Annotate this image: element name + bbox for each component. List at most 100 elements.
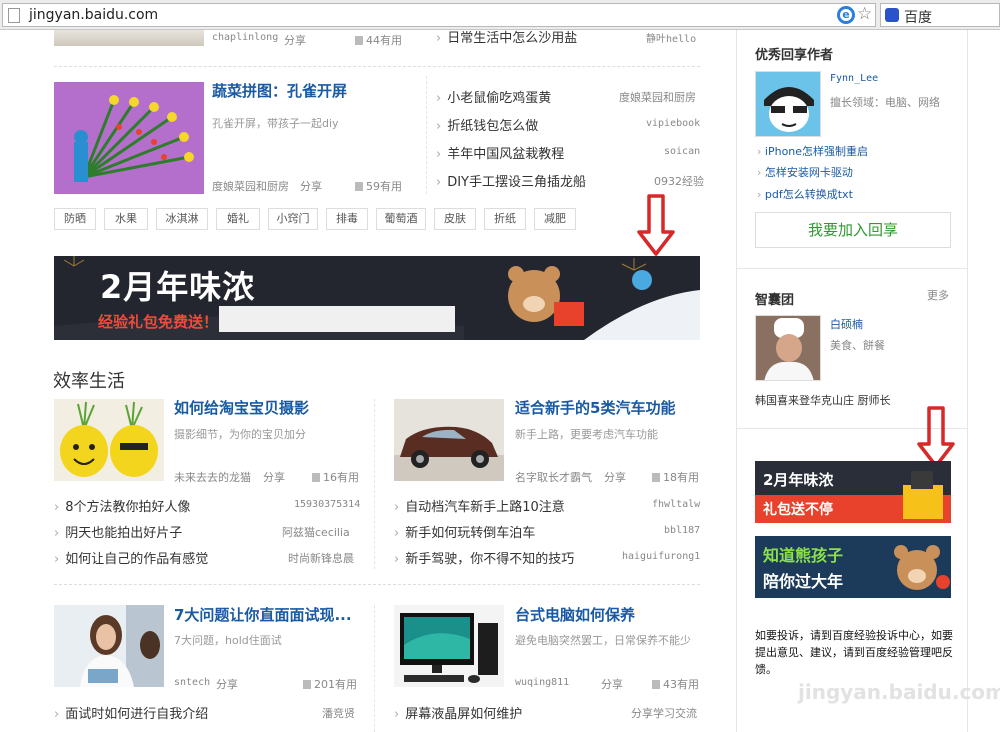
- list-item[interactable]: › 屏幕液晶屏如何维护: [394, 703, 522, 722]
- ad-line-1: 知道熊孩子: [763, 546, 844, 565]
- expert-tags: 美食、餅餐: [830, 339, 885, 352]
- share-link[interactable]: 分享: [601, 676, 623, 692]
- divider: [54, 584, 700, 585]
- author-field: 擅长领域：电脑、网络: [830, 96, 940, 109]
- thumbnail-partial[interactable]: [54, 30, 204, 46]
- join-button[interactable]: 我要加入回享: [755, 212, 951, 248]
- list-item[interactable]: › 羊年中国风盆栽教程: [436, 143, 564, 162]
- list-item[interactable]: › 新手驾驶，你不得不知的技巧: [394, 548, 574, 567]
- card-thumbnail[interactable]: [54, 605, 164, 687]
- list-item-author[interactable]: 度娘菜园和厨房: [619, 89, 696, 105]
- list-item[interactable]: › DIY手工摆设三角插龙船: [436, 171, 586, 190]
- tag[interactable]: 折纸: [484, 208, 526, 230]
- address-bar[interactable]: jingyan.baidu.com e ☆: [2, 3, 876, 27]
- tag[interactable]: 葡萄酒: [376, 208, 426, 230]
- card-title[interactable]: 如何给淘宝宝贝摄影: [174, 397, 309, 418]
- list-item-author[interactable]: 阿兹猫cecilia: [282, 524, 350, 540]
- list-item-author[interactable]: bbl187: [664, 525, 700, 536]
- tag[interactable]: 皮肤: [434, 208, 476, 230]
- share-link[interactable]: 分享: [216, 676, 238, 692]
- card-author[interactable]: sntech: [174, 677, 210, 688]
- gift-bag-art: [903, 471, 943, 519]
- peacock-thumbnail[interactable]: [54, 82, 204, 194]
- card-title[interactable]: 台式电脑如何保养: [515, 604, 635, 625]
- ad-line-2: 陪你过大年: [763, 572, 844, 591]
- list-item[interactable]: › 阴天也能拍出好片子: [54, 522, 182, 541]
- sidebar-ad-new-year[interactable]: 2月年味浓 礼包送不停: [755, 461, 951, 523]
- list-item[interactable]: › 自动档汽车新手上路10注意: [394, 496, 565, 515]
- author-link[interactable]: › iPhone怎样强制重启: [757, 143, 868, 159]
- tag[interactable]: 排毒: [326, 208, 368, 230]
- card-thumbnail[interactable]: [394, 399, 504, 481]
- share-link[interactable]: 分享: [300, 178, 322, 194]
- lemon-art: [54, 399, 164, 481]
- tag[interactable]: 小窍门: [268, 208, 318, 230]
- url-text[interactable]: jingyan.baidu.com: [29, 7, 158, 23]
- like-count: 201有用: [303, 676, 357, 692]
- promo-banner[interactable]: 2月年味浓 经验礼包免费送！: [54, 256, 700, 340]
- sidebar-ad-bear[interactable]: 知道熊孩子 陪你过大年: [755, 536, 951, 598]
- feature-title[interactable]: 蔬菜拼图：孔雀开屏: [212, 80, 347, 101]
- card-thumbnail[interactable]: [394, 605, 504, 687]
- share-link[interactable]: 分享: [263, 469, 285, 485]
- card-desc: 7大问题，hold住面试: [174, 634, 282, 647]
- avatar-art: [756, 72, 820, 136]
- expert-photo[interactable]: [755, 315, 821, 381]
- search-box[interactable]: 百度: [880, 3, 1000, 27]
- thumb-up-icon: [303, 680, 311, 689]
- column-divider: [374, 605, 375, 732]
- banner-subline: 经验礼包免费送！: [98, 313, 219, 331]
- tag[interactable]: 水果: [104, 208, 148, 230]
- list-item[interactable]: › 如何让自己的作品有感觉: [54, 548, 208, 567]
- author-name[interactable]: Fynn_Lee: [830, 73, 878, 84]
- card-title[interactable]: 7大问题让你直面面试现...: [174, 604, 352, 625]
- list-item-author[interactable]: fhwltalw: [652, 499, 700, 510]
- divider: [54, 66, 700, 67]
- page-icon: [8, 8, 20, 23]
- tag[interactable]: 婚礼: [216, 208, 260, 230]
- thumb-up-icon: [312, 473, 320, 482]
- peacock-illustration: [54, 82, 204, 194]
- list-item-author[interactable]: 分享学习交流: [631, 705, 697, 721]
- list-item-author[interactable]: 潘竞贤: [322, 705, 355, 721]
- list-item[interactable]: › 小老鼠偷吃鸡蛋黄: [436, 87, 551, 106]
- card-title[interactable]: 适合新手的5类汽车功能: [515, 397, 675, 418]
- author-link[interactable]: › pdf怎么转换成txt: [757, 186, 853, 202]
- tag[interactable]: 防晒: [54, 208, 96, 230]
- top-row-right-author[interactable]: 静叶hello: [646, 30, 696, 45]
- list-item[interactable]: › 折纸钱包怎么做: [436, 115, 538, 134]
- compatibility-icon[interactable]: e: [837, 6, 855, 24]
- list-item[interactable]: › 面试时如何进行自我介绍: [54, 703, 208, 722]
- card-author[interactable]: wuqing811: [515, 677, 569, 688]
- like-count: 59有用: [355, 178, 402, 194]
- card-author[interactable]: 名字取长才霸气: [515, 469, 592, 485]
- feature-author[interactable]: 度娘菜园和厨房: [212, 178, 289, 194]
- list-item-author[interactable]: 时尚新锋息晨: [288, 550, 354, 566]
- like-count: 43有用: [652, 676, 699, 692]
- bookmark-star-icon[interactable]: ☆: [857, 4, 872, 24]
- list-item-author[interactable]: 15930375314: [294, 499, 360, 510]
- expert-name[interactable]: 白硕楠: [830, 316, 863, 332]
- card-desc: 新手上路，更要考虑汽车功能: [515, 428, 658, 441]
- tag[interactable]: 冰淇淋: [156, 208, 208, 230]
- more-link[interactable]: 更多: [927, 287, 949, 303]
- top-row-author[interactable]: chaplinlong: [212, 32, 278, 43]
- top-row-right-item[interactable]: › 日常生活中怎么沙用盐: [436, 27, 577, 46]
- share-link[interactable]: 分享: [604, 469, 626, 485]
- avatar[interactable]: [755, 71, 821, 137]
- author-link[interactable]: › 怎样安装网卡驱动: [757, 164, 853, 180]
- like-count: 16有用: [312, 469, 359, 485]
- share-link[interactable]: 分享: [284, 32, 306, 48]
- list-item[interactable]: › 8个方法教你拍好人像: [54, 496, 190, 515]
- list-item-author[interactable]: soican: [664, 146, 700, 157]
- list-item-author[interactable]: 0932经验: [654, 173, 704, 189]
- card-thumbnail[interactable]: [54, 399, 164, 481]
- card-author[interactable]: 未来去去的龙猫: [174, 469, 251, 485]
- card-desc: 摄影细节，为你的宝贝加分: [174, 428, 306, 441]
- red-arrow-annotation: [917, 406, 955, 468]
- thumb-up-icon: [652, 473, 660, 482]
- list-item[interactable]: › 新手如何玩转倒车泊车: [394, 522, 535, 541]
- list-item-author[interactable]: vipiebook: [646, 118, 700, 129]
- list-item-author[interactable]: haiguifurong1: [622, 551, 700, 562]
- tag[interactable]: 减肥: [534, 208, 576, 230]
